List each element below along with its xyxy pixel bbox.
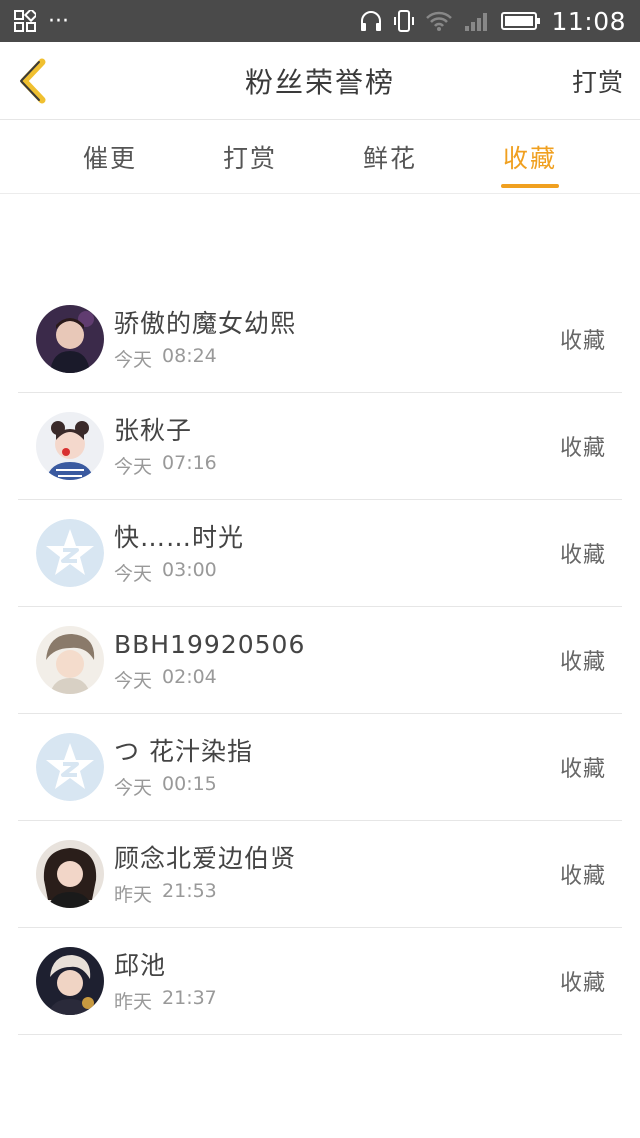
list-item[interactable]: 顾念北爱边伯贤 昨天 21:53 收藏 (18, 821, 622, 928)
day-label: 今天 (114, 776, 153, 799)
action-label: 收藏 (559, 436, 606, 461)
action-label: 收藏 (559, 757, 606, 782)
list-item[interactable]: 骄傲的魔女幼熙 今天 08:24 收藏 (18, 286, 622, 393)
default-avatar-icon (36, 733, 104, 801)
time-label: 03:00 (162, 558, 217, 581)
user-name: つ 花汁染指 (114, 736, 253, 766)
tab-urge-update[interactable]: 催更 (81, 120, 139, 194)
clock: 11:08 (551, 6, 626, 36)
avatar (36, 947, 104, 1015)
chevron-left-icon (20, 58, 46, 103)
user-name: 邱池 (114, 950, 167, 980)
header: 粉丝荣誉榜 打赏 (0, 42, 640, 120)
time-label: 21:37 (162, 986, 217, 1009)
default-avatar-icon (36, 519, 104, 587)
action-label: 收藏 (559, 864, 606, 889)
day-label: 今天 (114, 455, 153, 478)
signal-icon (463, 10, 491, 32)
user-name: BBH19920506 (114, 629, 306, 659)
time-label: 02:04 (162, 665, 217, 688)
user-name: 快……时光 (114, 522, 245, 552)
headphones-icon (359, 10, 383, 32)
user-name: 顾念北爱边伯贤 (114, 843, 297, 873)
list-item[interactable]: つ 花汁染指 今天 00:15 收藏 (18, 714, 622, 821)
back-button[interactable] (16, 51, 60, 111)
reward-button[interactable]: 打赏 (572, 63, 624, 99)
list-item[interactable]: BBH19920506 今天 02:04 收藏 (18, 607, 622, 714)
notification-apps-icon (14, 10, 36, 32)
time-label: 00:15 (162, 772, 217, 795)
tab-reward[interactable]: 打赏 (221, 120, 279, 194)
user-name: 骄傲的魔女幼熙 (114, 308, 297, 338)
action-label: 收藏 (559, 329, 606, 354)
fan-list: 骄傲的魔女幼熙 今天 08:24 收藏 张秋子 今天 07:16 收藏 快……时… (0, 286, 640, 1035)
avatar (36, 412, 104, 480)
action-label: 收藏 (559, 543, 606, 568)
list-item[interactable]: 邱池 昨天 21:37 收藏 (18, 928, 622, 1035)
tab-bar: 催更 打赏 鲜花 收藏 (0, 120, 640, 194)
more-notifications-indicator: ··· (48, 8, 69, 34)
list-item[interactable]: 张秋子 今天 07:16 收藏 (18, 393, 622, 500)
wifi-icon (425, 10, 453, 32)
status-bar: ··· 11:08 (0, 0, 640, 42)
day-label: 昨天 (114, 883, 153, 906)
avatar (36, 626, 104, 694)
tab-favorites[interactable]: 收藏 (500, 120, 560, 194)
battery-icon (501, 10, 541, 32)
time-label: 21:53 (162, 879, 217, 902)
day-label: 今天 (114, 348, 153, 371)
user-name: 张秋子 (114, 415, 193, 445)
avatar (36, 840, 104, 908)
action-label: 收藏 (559, 650, 606, 675)
day-label: 今天 (114, 562, 153, 585)
time-label: 08:24 (162, 344, 217, 367)
day-label: 今天 (114, 669, 153, 692)
day-label: 昨天 (114, 990, 153, 1013)
vibrate-icon (393, 9, 415, 33)
page-title: 粉丝荣誉榜 (244, 65, 395, 99)
tab-flowers[interactable]: 鲜花 (361, 120, 419, 194)
time-label: 07:16 (162, 451, 217, 474)
list-item[interactable]: 快……时光 今天 03:00 收藏 (18, 500, 622, 607)
avatar (36, 305, 104, 373)
action-label: 收藏 (559, 971, 606, 996)
